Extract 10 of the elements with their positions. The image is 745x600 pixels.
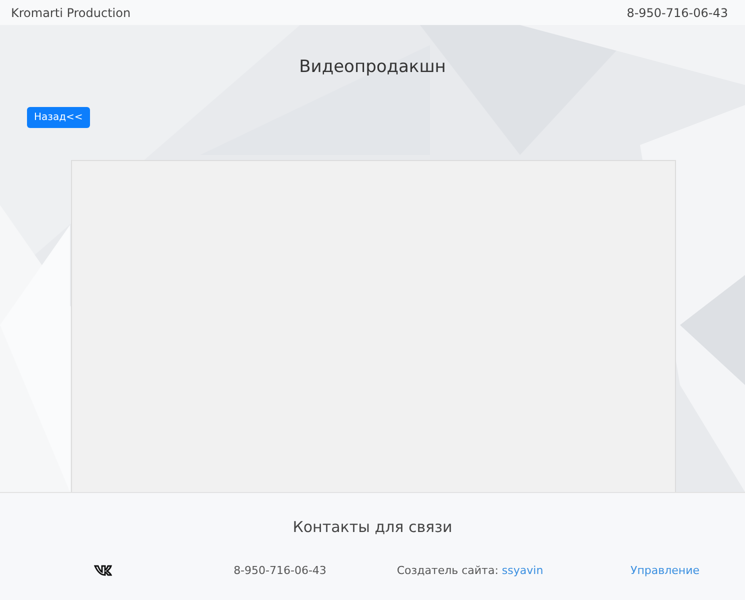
vk-icon[interactable]: [94, 565, 112, 576]
brand-name: Kromarti Production: [11, 6, 131, 20]
phone-number: 8-950-716-06-43: [626, 6, 728, 20]
creator-credit: Создатель сайта: ssyavin: [396, 564, 544, 577]
page-title: Видеопродакшн: [298, 57, 447, 77]
footer-phone: 8-950-716-06-43: [234, 564, 326, 577]
contacts-heading: Контакты для связи: [292, 518, 452, 536]
admin-link[interactable]: Управление: [630, 564, 700, 577]
creator-link[interactable]: ssyavin: [502, 564, 544, 577]
back-button[interactable]: Назад<<: [27, 107, 90, 128]
